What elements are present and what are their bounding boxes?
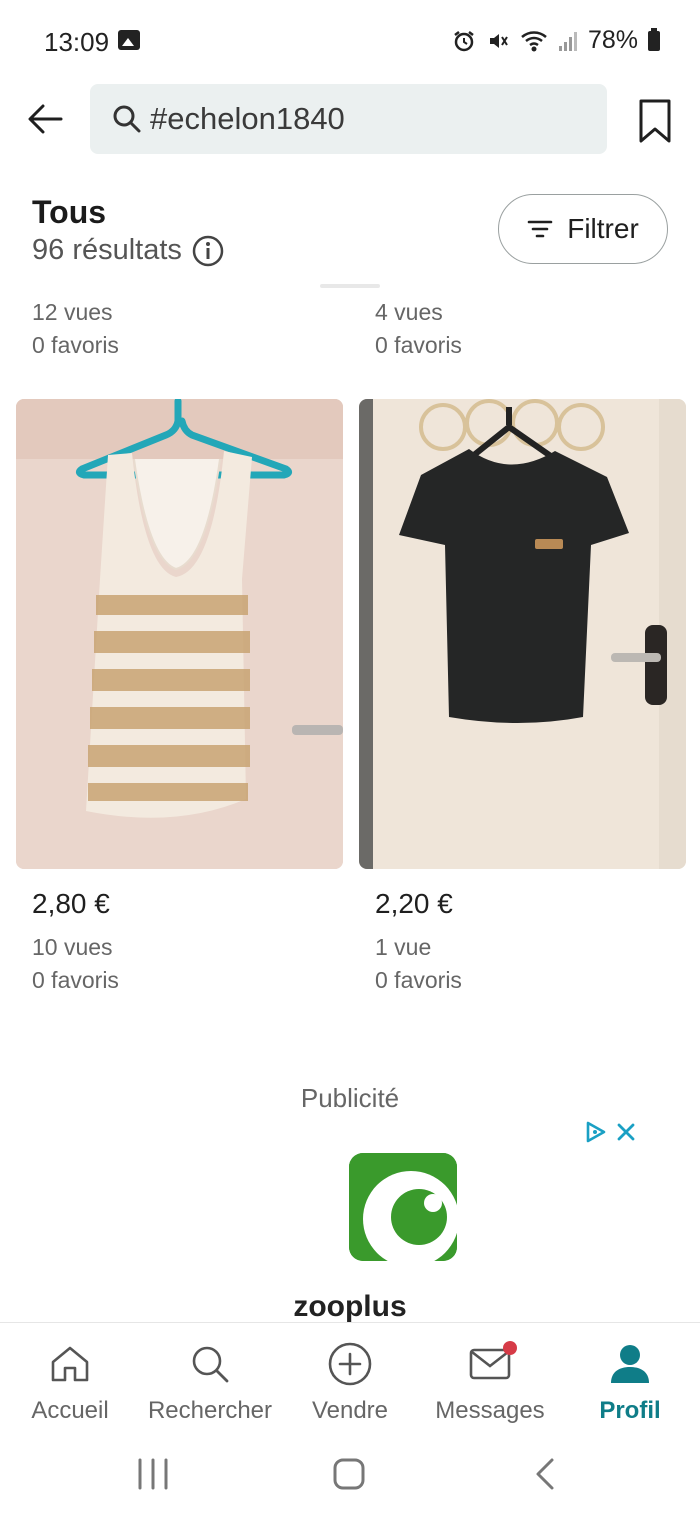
views-count: 10 vues [32,934,113,960]
recent-apps-icon [138,1458,168,1490]
filter-icon [527,220,553,238]
search-input[interactable] [150,101,570,137]
item-stats: 12 vues 0 favoris [32,296,119,362]
favorites-count: 0 favoris [32,332,119,358]
ad-label: Publicité [300,1083,400,1113]
status-bar: 13:09 78% [0,0,700,80]
black-top-photo [359,399,686,869]
favorites-count: 0 favoris [375,332,462,358]
item-stats: 4 vues 0 favoris [375,296,462,362]
results-title: Tous [32,194,107,230]
search-icon [187,1341,233,1387]
top-bar [0,82,700,156]
home-square-icon [333,1458,365,1490]
item-stats: 1 vue 0 favoris [375,931,462,997]
striped-tank-top-photo [16,399,343,869]
scroll-shadow [320,284,380,288]
alarm-icon [454,30,474,51]
favorites-count: 0 favoris [375,967,462,993]
nav-home[interactable]: Accueil [0,1341,140,1427]
nav-label: Accueil [31,1397,109,1424]
system-nav [0,1432,700,1518]
adchoices-icon [586,1121,606,1143]
item-stats: 10 vues 0 favoris [32,931,119,997]
mute-icon [489,33,508,48]
results-count: 96 résultats [32,234,224,267]
nav-messages[interactable]: Messages [420,1341,560,1427]
filter-button[interactable]: Filtrer [498,194,668,264]
save-search-button[interactable] [632,96,678,146]
home-system-button[interactable] [332,1456,366,1492]
status-time: 13:09 [44,27,110,57]
zooplus-logo[interactable] [349,1153,457,1261]
product-image[interactable] [16,399,343,869]
plus-circle-icon [327,1341,373,1387]
results-count-text: 96 résultats [32,234,182,266]
nav-search[interactable]: Rechercher [140,1341,280,1427]
filter-label: Filtrer [567,213,639,244]
wifi-icon [521,30,547,51]
search-field[interactable] [90,84,607,154]
signal-icon [558,31,577,51]
nav-label: Profil [599,1397,661,1424]
search-icon [113,105,141,133]
battery-icon [648,27,660,51]
image-icon [118,30,140,50]
person-icon [607,1341,653,1387]
home-icon [47,1341,93,1387]
nav-sell[interactable]: Vendre [280,1341,420,1427]
views-count: 12 vues [32,299,113,325]
views-count: 4 vues [375,299,443,325]
status-icons: 78% [452,26,660,55]
product-image[interactable] [359,399,686,869]
views-count: 1 vue [375,934,432,960]
nav-profile[interactable]: Profil [560,1341,700,1427]
product-price: 2,20 € [375,888,453,919]
close-ad-icon[interactable] [616,1122,636,1142]
product-price: 2,80 € [32,888,110,919]
nav-label: Messages [435,1397,545,1424]
back-arrow-icon [28,104,63,134]
nav-label: Vendre [311,1397,389,1424]
bottom-nav: Accueil Rechercher Vendre Messages Profi… [0,1322,700,1432]
nav-label: Rechercher [147,1397,273,1424]
back-system-button[interactable] [532,1456,558,1492]
unread-badge [503,1341,517,1355]
battery-percent: 78% [587,26,638,54]
ad-brand-name: zooplus [293,1290,407,1322]
bookmark-icon [639,99,671,143]
recent-apps-button[interactable] [136,1456,170,1492]
adchoices[interactable] [584,1120,636,1144]
back-chevron-icon [536,1458,554,1490]
info-icon[interactable] [192,235,224,267]
zooplus-logo-mark [349,1153,457,1261]
results-header: Tous 96 résultats Filtrer [0,190,700,280]
mail-icon [467,1341,517,1387]
back-button[interactable] [22,96,68,142]
favorites-count: 0 favoris [32,967,119,993]
